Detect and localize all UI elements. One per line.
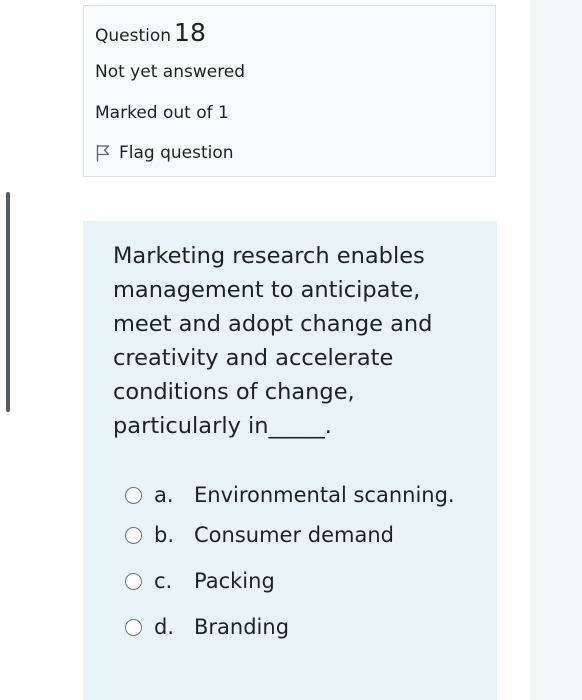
scrollbar-handle[interactable] <box>6 192 10 412</box>
flag-question-link[interactable]: Flag question <box>95 142 234 164</box>
quiz-page: Question 18 Not yet answered Marked out o… <box>0 0 582 700</box>
question-heading: Question 18 <box>95 18 206 51</box>
answer-d-radio[interactable] <box>125 619 142 636</box>
right-margin <box>530 0 582 700</box>
question-text: Marketing research enables management to… <box>113 243 433 439</box>
answer-d-letter: d. <box>154 615 175 639</box>
question-grade: Marked out of 1 <box>95 103 229 123</box>
answer-b-text[interactable]: Consumer demand <box>194 518 485 552</box>
question-info-panel: Question 18 Not yet answered Marked out o… <box>83 5 496 177</box>
answer-a-letter: a. <box>154 483 174 507</box>
answer-b-letter: b. <box>154 523 175 547</box>
question-number: 18 <box>174 18 206 47</box>
answer-list: a. Environmental scanning. b. Consumer d… <box>125 478 485 644</box>
answer-option-d[interactable]: d. Branding <box>125 610 485 644</box>
answer-option-b[interactable]: b. Consumer demand <box>125 518 485 552</box>
question-state: Not yet answered <box>95 62 246 82</box>
answer-c-text[interactable]: Packing <box>194 564 485 598</box>
flag-question-label[interactable]: Flag question <box>119 142 234 164</box>
answer-a-text[interactable]: Environmental scanning. <box>194 478 485 512</box>
answer-option-c[interactable]: c. Packing <box>125 564 485 598</box>
question-content: Marketing research enables management to… <box>83 221 497 700</box>
answer-d-text[interactable]: Branding <box>194 610 485 644</box>
answer-c-letter: c. <box>154 569 173 593</box>
answer-b-radio[interactable] <box>125 527 142 544</box>
answer-a-radio[interactable] <box>125 487 142 504</box>
flag-outline-icon[interactable] <box>95 144 111 162</box>
answer-option-a[interactable]: a. Environmental scanning. <box>125 478 485 512</box>
question-label: Question <box>95 26 172 46</box>
answer-c-radio[interactable] <box>125 573 142 590</box>
